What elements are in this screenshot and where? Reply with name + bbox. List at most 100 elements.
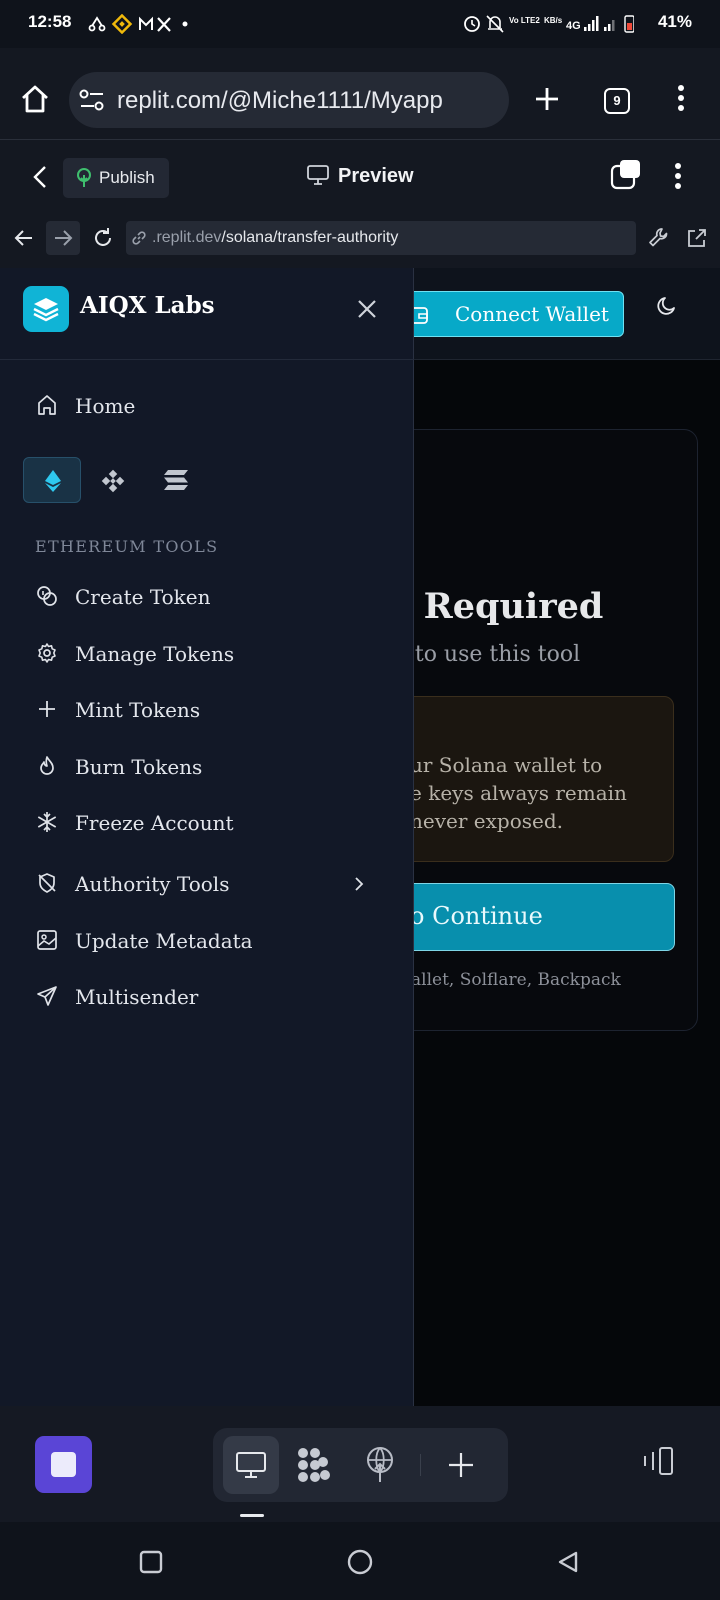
workspace-tab-group [213, 1428, 508, 1502]
sidebar-item-label: Freeze Account [75, 811, 234, 835]
close-icon[interactable] [356, 298, 378, 320]
image-icon [37, 930, 57, 950]
sidebar-header: AIQX Labs [0, 268, 414, 360]
preview-url-text: .replit.dev/solana/transfer-authority [152, 229, 398, 247]
sidebar-item-label: Burn Tokens [75, 755, 203, 779]
back-chevron-icon[interactable] [32, 165, 48, 189]
wrench-icon[interactable] [648, 227, 670, 249]
publish-icon [77, 168, 91, 187]
recents-icon[interactable] [139, 1550, 163, 1574]
card-title: n Required [386, 586, 604, 627]
reload-icon[interactable] [92, 227, 114, 249]
url-prefix: .replit.dev [152, 229, 222, 246]
toolbar-divider [420, 1454, 421, 1476]
sidebar-item-home[interactable]: Home [32, 385, 392, 425]
open-external-icon[interactable] [686, 227, 708, 249]
sidebar-item-freeze-account[interactable]: Freeze Account [32, 802, 392, 842]
home-icon[interactable] [20, 84, 50, 114]
connect-wallet-button[interactable]: Connect Wallet [396, 291, 624, 337]
monitor-icon [307, 165, 329, 185]
ethereum-icon [45, 470, 61, 492]
flame-icon [40, 756, 54, 775]
app-preview: Connect Wallet n Required et to use this… [0, 268, 720, 1406]
publish-label: Publish [99, 168, 155, 187]
browser-toolbar: replit.com/@Miche1111/Myapp 9 [0, 48, 720, 140]
preview-url-field[interactable]: .replit.dev/solana/transfer-authority [126, 221, 636, 255]
active-tab-indicator [240, 1514, 264, 1517]
chain-tab-bnb[interactable] [85, 457, 143, 503]
forward-arrow-icon [55, 230, 73, 246]
sidebar-item-label: Authority Tools [75, 872, 230, 896]
system-status-icons: Vo LTE2 KB/s 4G [464, 15, 634, 33]
preview-title: Preview [338, 165, 414, 187]
layout-toggle-icon[interactable] [610, 160, 642, 190]
preview-address-bar: .replit.dev/solana/transfer-authority [0, 214, 720, 268]
tab-switcher-button[interactable]: 9 [604, 88, 630, 114]
notification-icons [88, 14, 188, 34]
chevron-right-icon [355, 877, 364, 891]
url-path: /solana/transfer-authority [221, 229, 399, 246]
system-back-icon[interactable] [556, 1550, 580, 1574]
sidebar-item-label: Home [75, 394, 136, 418]
home-circle-icon[interactable] [346, 1548, 374, 1576]
add-tab-icon[interactable] [447, 1451, 475, 1479]
section-label: ETHEREUM TOOLS [35, 537, 219, 556]
notice-line: ur Solana wallet to [410, 753, 603, 777]
sidebar-item-authority-tools[interactable]: Authority Tools [32, 863, 392, 903]
url-text: replit.com/@Miche1111/Myapp [117, 87, 443, 114]
sidebar-item-burn-tokens[interactable]: Burn Tokens [32, 746, 392, 786]
chain-tab-solana[interactable] [147, 457, 205, 503]
app-switcher-button[interactable] [35, 1436, 92, 1493]
sidebar-item-create-token[interactable]: Create Token [32, 576, 392, 616]
agent-icon[interactable] [295, 1446, 331, 1484]
brand-logo [23, 286, 69, 332]
replit-toolbar: Publish Preview [0, 140, 720, 214]
sidebar-item-label: Multisender [75, 985, 199, 1009]
back-arrow-icon[interactable] [14, 228, 34, 248]
deploy-globe-icon[interactable] [365, 1446, 395, 1484]
svg-text:KB/s: KB/s [544, 16, 563, 25]
url-bar[interactable]: replit.com/@Miche1111/Myapp [69, 72, 509, 128]
sidebar-item-update-metadata[interactable]: Update Metadata [32, 920, 392, 960]
brand-name: AIQX Labs [80, 292, 215, 319]
send-icon [37, 986, 57, 1006]
gear-icon [38, 643, 56, 663]
sidebar-item-label: Manage Tokens [75, 642, 235, 666]
sidebar-item-label: Mint Tokens [75, 698, 201, 722]
forward-button[interactable] [46, 221, 80, 255]
snowflake-icon [37, 812, 57, 832]
svg-text:4G: 4G [566, 20, 581, 32]
house-icon [38, 395, 56, 415]
layers-icon [33, 298, 59, 322]
sidebar-item-mint-tokens[interactable]: Mint Tokens [32, 689, 392, 729]
shield-off-icon [38, 873, 56, 893]
new-tab-icon[interactable] [534, 86, 560, 112]
notice-line: never exposed. [410, 809, 563, 833]
sidebar-item-label: Update Metadata [75, 929, 253, 953]
svg-text:Vo LTE2: Vo LTE2 [509, 16, 540, 25]
system-navigation-bar [0, 1522, 720, 1600]
sidebar-item-multisender[interactable]: Multisender [32, 976, 392, 1016]
status-bar: 12:58 Vo LTE2 KB/s 4G 41% [0, 0, 720, 48]
sidebar-item-label: Create Token [75, 585, 211, 609]
supported-wallets: allet, Solflare, Backpack [411, 970, 621, 990]
tab-preview[interactable] [223, 1436, 279, 1494]
browser-menu-icon[interactable] [676, 84, 686, 112]
bnb-icon [101, 469, 125, 493]
connect-wallet-label: Connect Wallet [455, 302, 609, 326]
notice-line: e keys always remain [410, 781, 627, 805]
site-settings-icon[interactable] [79, 89, 105, 111]
monitor-icon [236, 1452, 266, 1478]
workspace-toolbar [0, 1406, 720, 1522]
solana-icon [164, 470, 188, 490]
sidebar-item-manage-tokens[interactable]: Manage Tokens [32, 633, 392, 673]
chain-tab-ethereum[interactable] [23, 457, 81, 503]
status-time: 12:58 [28, 12, 72, 31]
replit-menu-icon[interactable] [673, 162, 683, 190]
card-subtitle: et to use this tool [386, 642, 581, 667]
plus-icon [39, 701, 55, 717]
continue-label: o Continue [410, 902, 543, 930]
split-view-icon[interactable] [640, 1446, 676, 1478]
publish-button[interactable]: Publish [63, 158, 169, 198]
moon-icon[interactable] [656, 295, 678, 317]
